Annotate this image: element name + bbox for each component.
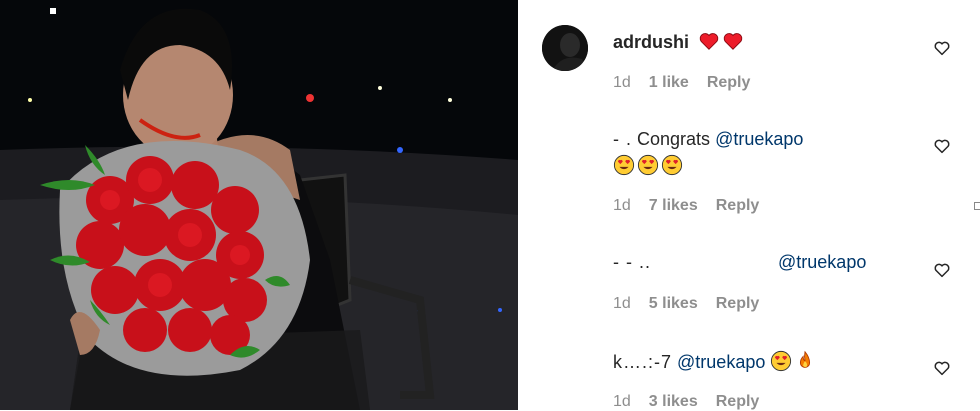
comment-meta: 1d 7 likes Reply — [613, 197, 777, 215]
comment-time: 1d — [613, 74, 631, 91]
reply-button[interactable]: Reply — [716, 393, 760, 410]
comment-time: 1d — [613, 393, 631, 410]
comment-likes[interactable]: 1 like — [649, 74, 689, 91]
comment-likes[interactable]: 3 likes — [649, 393, 698, 410]
heart-eyes-emoji-icon — [637, 154, 659, 176]
heart-eyes-emoji-icon — [613, 154, 635, 176]
comment-username-partial[interactable]: k….:-7 — [613, 352, 672, 372]
photo-illustration — [0, 0, 518, 410]
comment-body: Congrats — [637, 129, 711, 149]
comment-text: - - .. @truekapo — [613, 252, 866, 273]
heart-eyes-emoji-icon — [771, 350, 792, 372]
avatar-image — [542, 25, 588, 71]
comments-panel: adrdushi 1d 1 like Reply - . Congrats @tru… — [518, 0, 980, 410]
comment-likes[interactable]: 7 likes — [649, 197, 698, 214]
comment-meta: 1d 5 likes Reply — [613, 295, 777, 313]
heart-outline-icon[interactable] — [933, 261, 951, 279]
comment-time: 1d — [613, 295, 631, 312]
comment-username[interactable]: adrdushi — [613, 32, 689, 52]
comment-text: k….:-7 @truekapo — [613, 350, 818, 373]
reply-button[interactable]: Reply — [716, 197, 760, 214]
comment-meta: 1d 1 like Reply — [613, 74, 768, 92]
comment-emoji-row — [613, 154, 685, 177]
resize-handle[interactable] — [974, 202, 980, 210]
red-heart-emoji-icon — [723, 33, 743, 50]
mention-link[interactable]: @truekapo — [677, 352, 765, 372]
fire-emoji-icon — [800, 350, 811, 368]
post-photo — [0, 0, 518, 410]
comment-username-redacted[interactable]: - - .. — [613, 252, 773, 273]
comment-text: - . Congrats @truekapo — [613, 129, 803, 150]
heart-outline-icon[interactable] — [933, 39, 951, 57]
avatar[interactable] — [542, 25, 588, 71]
comment-meta: 1d 3 likes Reply — [613, 393, 777, 411]
comment-text: adrdushi — [613, 30, 746, 53]
heart-eyes-emoji-icon — [661, 154, 683, 176]
heart-outline-icon[interactable] — [933, 137, 951, 155]
comment-time: 1d — [613, 197, 631, 214]
comment-likes[interactable]: 5 likes — [649, 295, 698, 312]
reply-button[interactable]: Reply — [716, 295, 760, 312]
comment-username-redacted[interactable]: - . — [613, 129, 632, 149]
mention-link[interactable]: @truekapo — [715, 129, 803, 149]
red-heart-emoji-icon — [699, 33, 719, 50]
mention-link[interactable]: @truekapo — [778, 252, 866, 272]
heart-outline-icon[interactable] — [933, 359, 951, 377]
reply-button[interactable]: Reply — [707, 74, 751, 91]
